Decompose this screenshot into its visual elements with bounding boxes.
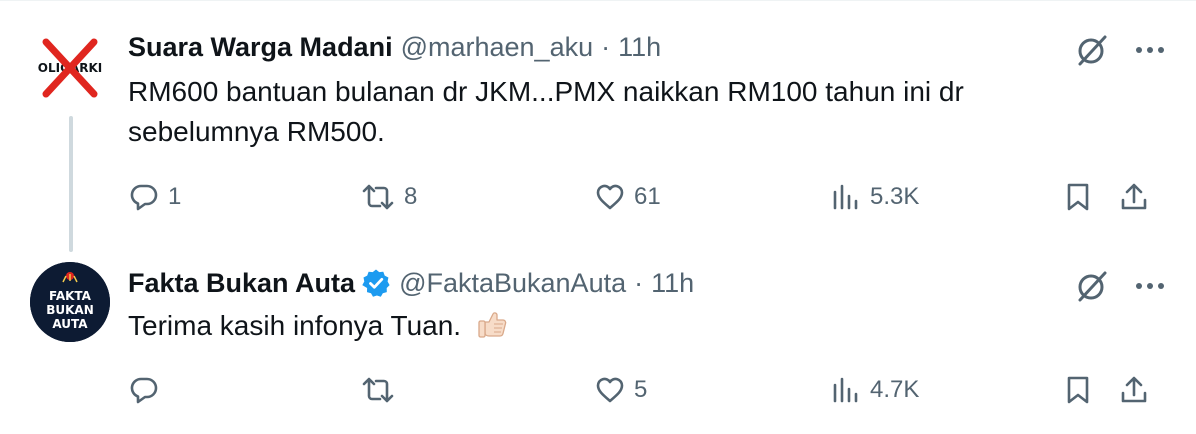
grok-button[interactable] bbox=[1072, 30, 1112, 70]
tweet-text: RM600 bantuan bulanan dr JKM...PMX naikk… bbox=[128, 76, 964, 147]
bookmark-button[interactable] bbox=[1062, 370, 1094, 410]
bookmark-icon bbox=[1067, 183, 1089, 211]
tweet-top-actions bbox=[1072, 266, 1170, 306]
avatar-image: OLIGARKI bbox=[30, 28, 110, 108]
bookmark-icon bbox=[1067, 376, 1089, 404]
bookmark-button[interactable] bbox=[1062, 177, 1094, 217]
views-button[interactable]: 4.7K bbox=[830, 370, 919, 410]
retweet-button[interactable]: 8 bbox=[360, 177, 417, 217]
verified-badge-icon[interactable] bbox=[361, 268, 391, 298]
author-name[interactable]: Suara Warga Madani bbox=[128, 30, 393, 64]
thumbs-up-emoji-icon bbox=[475, 307, 509, 341]
more-button[interactable] bbox=[1130, 30, 1170, 70]
grok-icon bbox=[1078, 35, 1107, 66]
author-handle[interactable]: @marhaen_aku bbox=[401, 30, 594, 64]
views-button[interactable]: 5.3K bbox=[830, 177, 919, 217]
tweet-header: Suara Warga Madani @marhaen_aku · 11h bbox=[128, 30, 661, 64]
share-button[interactable] bbox=[1118, 177, 1150, 217]
grok-button[interactable] bbox=[1072, 266, 1112, 306]
grok-icon bbox=[1078, 271, 1107, 302]
tweet-text: Terima kasih infonya Tuan. bbox=[128, 310, 462, 341]
more-icon bbox=[1136, 283, 1164, 289]
avatar[interactable]: OLIGARKI bbox=[30, 28, 110, 108]
separator-dot: · bbox=[601, 32, 611, 62]
like-count: 61 bbox=[634, 183, 661, 210]
tweet-header: Fakta Bukan Auta @FaktaBukanAuta · 11h bbox=[128, 266, 694, 300]
like-icon bbox=[596, 184, 624, 210]
action-bar: 1 8 61 5.3K bbox=[128, 177, 1168, 217]
reply-icon bbox=[130, 377, 158, 404]
like-icon bbox=[596, 377, 624, 403]
verified-badge-svg bbox=[362, 269, 390, 297]
reply-button[interactable]: 1 bbox=[128, 177, 181, 217]
avatar-label-line-2: BUKAN bbox=[46, 303, 94, 317]
retweet-button[interactable] bbox=[360, 370, 404, 410]
reply-button[interactable] bbox=[128, 370, 168, 410]
avatar-label-line-1: FAKTA bbox=[49, 289, 92, 303]
share-icon bbox=[1121, 376, 1147, 403]
like-button[interactable]: 5 bbox=[594, 370, 647, 410]
reply-count: 1 bbox=[168, 183, 182, 210]
retweet-icon bbox=[362, 377, 394, 403]
tweet-top-actions bbox=[1072, 30, 1170, 70]
more-button[interactable] bbox=[1130, 266, 1170, 306]
views-icon bbox=[833, 184, 858, 210]
views-count: 4.7K bbox=[870, 376, 920, 403]
retweet-icon bbox=[362, 184, 394, 210]
timestamp[interactable]: 11h bbox=[618, 30, 661, 64]
avatar-label-line-3: AUTA bbox=[52, 317, 88, 331]
author-name[interactable]: Fakta Bukan Auta bbox=[128, 266, 355, 300]
action-bar: 5 4.7K bbox=[128, 370, 1168, 410]
share-icon bbox=[1121, 183, 1147, 210]
avatar-image: FAKTA BUKAN AUTA bbox=[30, 262, 110, 342]
tweet-1[interactable]: OLIGARKI Suara Warga Madani @marhaen_aku… bbox=[0, 0, 1196, 248]
more-icon bbox=[1136, 47, 1164, 53]
like-count: 5 bbox=[634, 376, 648, 403]
avatar[interactable]: FAKTA BUKAN AUTA bbox=[30, 262, 110, 342]
retweet-count: 8 bbox=[404, 183, 418, 210]
author-handle[interactable]: @FaktaBukanAuta bbox=[399, 266, 626, 300]
share-button[interactable] bbox=[1118, 370, 1150, 410]
reply-icon bbox=[130, 184, 158, 211]
separator-dot: · bbox=[634, 268, 644, 298]
timestamp[interactable]: 11h bbox=[651, 266, 694, 300]
tweet-2[interactable]: FAKTA BUKAN AUTA Fakta Bukan Auta @Fakta… bbox=[0, 248, 1196, 434]
views-count: 5.3K bbox=[870, 183, 920, 210]
like-button[interactable]: 61 bbox=[594, 177, 661, 217]
thumbs-up-svg bbox=[478, 312, 507, 338]
views-icon bbox=[833, 377, 858, 403]
tweet-text-wrapper: Terima kasih infonya Tuan. bbox=[128, 306, 1088, 346]
